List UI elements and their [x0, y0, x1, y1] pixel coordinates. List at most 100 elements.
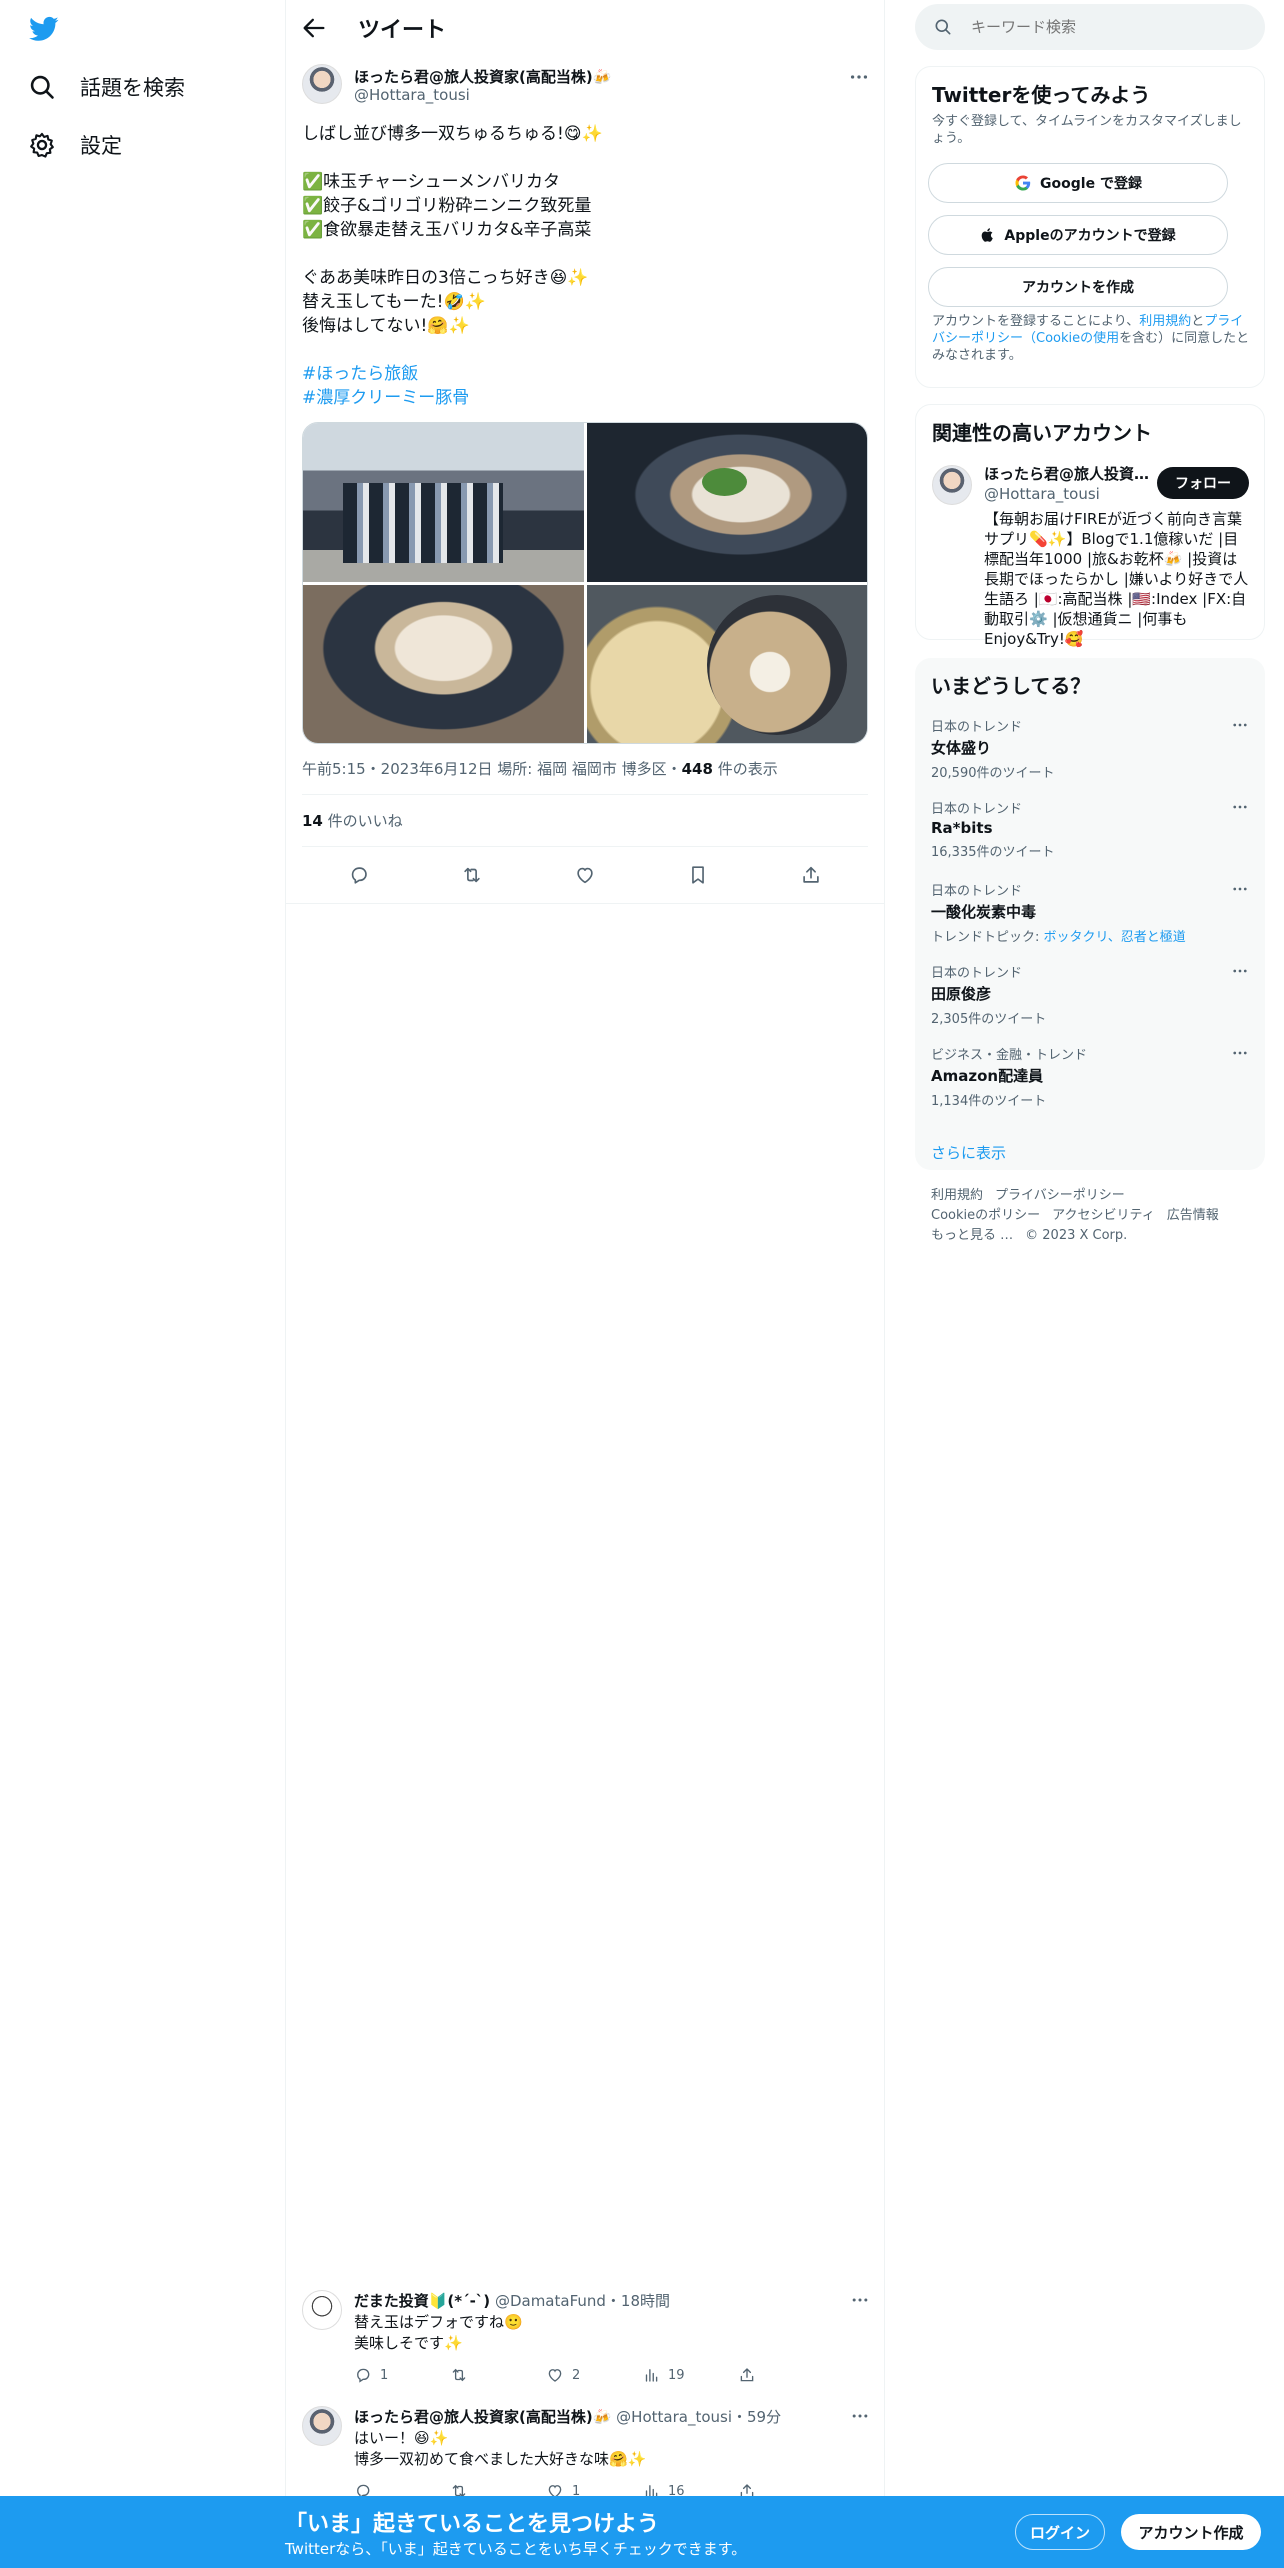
- likes-summary[interactable]: 14 件のいいね: [302, 810, 403, 831]
- reply-time[interactable]: ・18時間: [606, 2292, 670, 2310]
- footer-more-link[interactable]: もっと見る …: [931, 1228, 1013, 1243]
- hashtag-link[interactable]: #濃厚クリーミー豚骨: [302, 386, 469, 410]
- footer-link[interactable]: アクセシビリティ: [1052, 1208, 1155, 1223]
- nav-explore[interactable]: 話題を検索: [28, 72, 185, 102]
- share-icon[interactable]: [800, 864, 822, 886]
- author-name[interactable]: ほったら君@旅人投資家(高配当株)🍻: [354, 66, 611, 87]
- tweet-photo[interactable]: [586, 423, 867, 582]
- more-options-icon[interactable]: [1231, 798, 1249, 816]
- reply-header: だまた投資🔰(*´-`) @DamataFund・18時間: [354, 2290, 670, 2311]
- footer-link[interactable]: Cookieのポリシー: [931, 1208, 1040, 1223]
- author-handle[interactable]: @Hottara_tousi: [354, 86, 470, 104]
- google-signup-button[interactable]: Google で登録: [928, 163, 1228, 203]
- reply-author-handle[interactable]: @DamataFund: [495, 2292, 606, 2310]
- views-count: 448: [681, 760, 713, 778]
- signup-title: Twitterを使ってみよう: [932, 83, 1151, 107]
- tweet-photo[interactable]: [303, 423, 584, 582]
- twitter-bird-icon[interactable]: [28, 14, 60, 44]
- more-options-icon[interactable]: [848, 66, 870, 88]
- more-options-icon[interactable]: [1231, 880, 1249, 898]
- trend-item[interactable]: 日本のトレンド 女体盛り 20,590件のツイート: [931, 716, 1249, 781]
- google-signup-label: Google で登録: [1040, 176, 1142, 192]
- footer-link[interactable]: 広告情報: [1167, 1208, 1219, 1223]
- signup-button[interactable]: アカウント作成: [1121, 2514, 1261, 2550]
- trend-category: 日本のトレンド: [931, 720, 1023, 735]
- apple-signup-button[interactable]: Appleのアカウントで登録: [928, 215, 1228, 255]
- timestamp-location[interactable]: 午前5:15・2023年6月12日 場所: 福岡 福岡市 博多区・: [302, 760, 682, 778]
- login-prompt-bar: 「いま」起きていることを見つけよう Twitterなら、「いま」起きていることを…: [0, 2496, 1284, 2568]
- reco-name[interactable]: ほったら君@旅人投資家(高配当株): [984, 463, 1154, 484]
- footer-link[interactable]: 利用規約: [931, 1188, 983, 1203]
- trend-category: ビジネス・金融・トレンド: [931, 1048, 1088, 1063]
- retweet-icon: [450, 2366, 468, 2384]
- trend-title: Ra*bits: [931, 819, 993, 837]
- nav-settings-label: 設定: [80, 134, 122, 158]
- reply-button[interactable]: 1: [354, 2366, 450, 2384]
- share-icon: [738, 2366, 756, 2384]
- tweet-text: しばし並び博多一双ちゅるちゅる!😋✨ ✅味玉チャーシューメンバリカタ ✅餃子&ゴ…: [302, 124, 603, 336]
- tweet-photo[interactable]: [303, 584, 584, 743]
- nav-explore-label: 話題を検索: [80, 76, 185, 100]
- search-icon: [28, 73, 56, 101]
- views-button[interactable]: 19: [642, 2366, 738, 2384]
- views-count: 19: [668, 2367, 685, 2383]
- trend-item[interactable]: 日本のトレンド 田原俊彦 2,305件のツイート: [931, 962, 1249, 1027]
- tweet-photo[interactable]: [586, 584, 867, 743]
- create-account-label: アカウントを作成: [1022, 280, 1134, 296]
- trend-title: 女体盛り: [931, 739, 992, 757]
- more-options-icon[interactable]: [1231, 1044, 1249, 1062]
- like-button[interactable]: 2: [546, 2366, 642, 2384]
- follow-button[interactable]: フォロー: [1157, 467, 1249, 499]
- reco-handle[interactable]: @Hottara_tousi: [984, 485, 1100, 503]
- footer-link[interactable]: プライバシーポリシー: [995, 1188, 1125, 1203]
- trend-item[interactable]: 日本のトレンド 一酸化炭素中毒 トレンドトピック: ボッタクリ、忍者と極道: [931, 880, 1249, 945]
- reply-header: ほったら君@旅人投資家(高配当株)🍻 @Hottara_tousi・59分: [354, 2406, 781, 2427]
- nav-settings[interactable]: 設定: [28, 130, 122, 160]
- search-icon: [933, 17, 953, 37]
- copyright: © 2023 X Corp.: [1025, 1228, 1128, 1243]
- avatar[interactable]: [932, 465, 972, 505]
- retweet-icon[interactable]: [461, 864, 483, 886]
- reply-icon[interactable]: [348, 864, 370, 886]
- like-heart-icon[interactable]: [574, 864, 596, 886]
- more-options-icon[interactable]: [850, 2290, 870, 2310]
- trend-topic-prefix: トレンドトピック:: [931, 930, 1044, 945]
- avatar[interactable]: [302, 2290, 342, 2330]
- signup-terms: アカウントを登録することにより、利用規約とプライバシーポリシー（Cookieの使…: [932, 313, 1250, 364]
- likes-label: 件のいいね: [322, 812, 403, 830]
- tweet-author: ほったら君@旅人投資家(高配当株)🍻 @Hottara_tousi: [302, 62, 870, 106]
- more-options-icon[interactable]: [1231, 716, 1249, 734]
- reply-author-handle[interactable]: @Hottara_tousi: [616, 2408, 732, 2426]
- apple-logo-icon: [980, 227, 996, 243]
- signup-card: Twitterを使ってみよう 今すぐ登録して、タイムラインをカスタマイズしましょ…: [915, 66, 1265, 388]
- trend-item[interactable]: 日本のトレンド Ra*bits 16,335件のツイート: [931, 798, 1249, 860]
- login-button[interactable]: ログイン: [1015, 2514, 1105, 2550]
- views-chart-icon: [642, 2366, 660, 2384]
- avatar[interactable]: [302, 2406, 342, 2446]
- trend-topic-link[interactable]: ボッタクリ、忍者と極道: [1044, 930, 1186, 945]
- reply-author-name[interactable]: だまた投資🔰(*´-`): [354, 2292, 490, 2310]
- more-options-icon[interactable]: [850, 2406, 870, 2426]
- avatar[interactable]: [302, 64, 342, 104]
- back-arrow-icon[interactable]: [300, 14, 328, 42]
- create-account-button[interactable]: アカウントを作成: [928, 267, 1228, 307]
- share-button[interactable]: [738, 2366, 834, 2384]
- reply-author-name[interactable]: ほったら君@旅人投資家(高配当株)🍻: [354, 2408, 611, 2426]
- views-label: 件の表示: [712, 760, 778, 778]
- show-more-link[interactable]: さらに表示: [931, 1142, 1006, 1163]
- divider: [286, 903, 884, 904]
- search-bar[interactable]: [915, 4, 1265, 50]
- retweet-button[interactable]: [450, 2366, 546, 2384]
- reply-time[interactable]: ・59分: [732, 2408, 781, 2426]
- page-title: ツイート: [358, 18, 447, 43]
- hashtag-link[interactable]: #ほったら旅飯: [302, 362, 469, 386]
- bookmark-icon[interactable]: [687, 864, 709, 886]
- hashtags: #ほったら旅飯 #濃厚クリーミー豚骨: [302, 362, 469, 410]
- trends-title: いまどうしてる？: [931, 674, 1091, 698]
- trend-item[interactable]: ビジネス・金融・トレンド Amazon配達員 1,134件のツイート: [931, 1044, 1249, 1109]
- page-header: ツイート: [286, 0, 884, 54]
- terms-link[interactable]: 利用規約: [1139, 314, 1191, 329]
- search-input[interactable]: [971, 4, 1251, 50]
- terms-text: と: [1191, 314, 1205, 329]
- more-options-icon[interactable]: [1231, 962, 1249, 980]
